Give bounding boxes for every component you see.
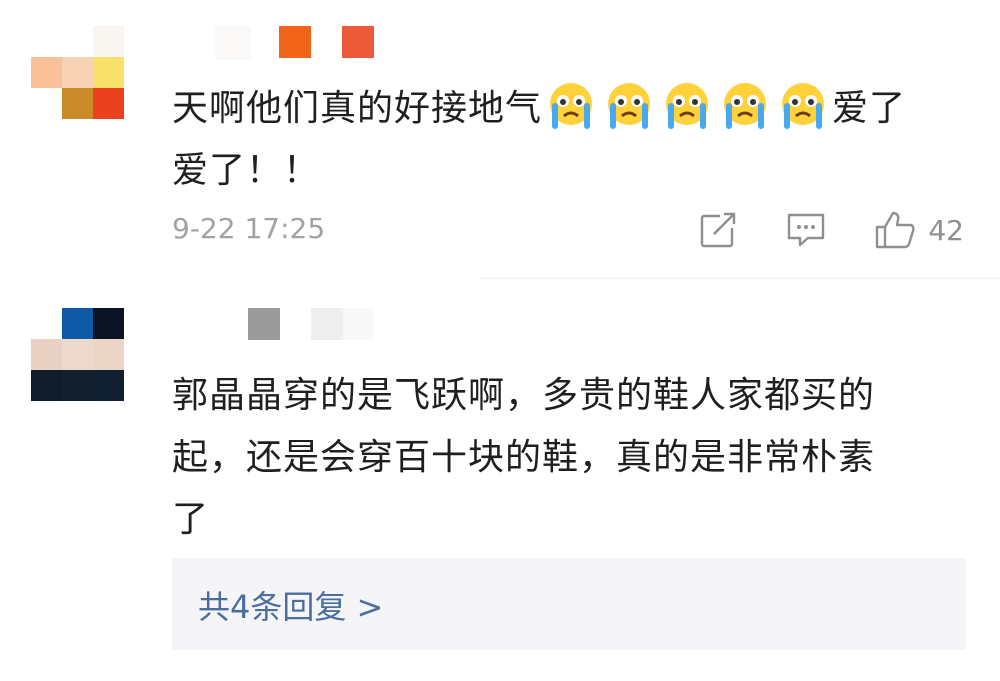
crying-face-emoji xyxy=(720,80,770,130)
avatar[interactable] xyxy=(31,26,125,120)
comment-text-line3: 了 xyxy=(172,499,210,540)
comment-text-line2: 爱了！！ xyxy=(172,150,321,191)
comment-text: 郭晶晶穿的是飞跃啊，多贵的鞋人家都买的 起，还是会穿百十块的鞋，真的是非常朴素 … xyxy=(172,365,875,551)
comment-button[interactable] xyxy=(786,212,826,248)
share-icon xyxy=(700,212,739,248)
username[interactable] xyxy=(248,308,378,340)
username[interactable] xyxy=(215,26,375,60)
comment-item: 天啊他们真的好接地气 爱了 爱了！！ 9-22 17:25 42 xyxy=(0,0,1000,280)
comment-text-line1-end: 爱了 xyxy=(832,88,907,129)
like-count: 42 xyxy=(928,213,964,247)
emoji-row xyxy=(542,83,832,129)
comment-text: 天啊他们真的好接地气 爱了 爱了！！ xyxy=(172,78,906,202)
divider xyxy=(480,278,1000,279)
comment-icon xyxy=(786,212,826,248)
comment-text-line2: 起，还是会穿百十块的鞋，真的是非常朴素 xyxy=(172,437,876,478)
crying-face-emoji xyxy=(604,80,654,130)
replies-box[interactable]: 共4条回复 > xyxy=(172,558,966,650)
thumbs-up-icon xyxy=(874,210,916,250)
like-button[interactable]: 42 xyxy=(874,210,964,250)
comment-text-line1: 天啊他们真的好接地气 xyxy=(172,88,543,129)
comment-text-line1: 郭晶晶穿的是飞跃啊，多贵的鞋人家都买的 xyxy=(172,375,876,416)
crying-face-emoji xyxy=(546,80,596,130)
comment-actions: 42 xyxy=(652,210,964,250)
crying-face-emoji xyxy=(778,80,828,130)
avatar[interactable] xyxy=(31,308,125,402)
timestamp: 9-22 17:25 xyxy=(172,212,326,245)
share-button[interactable] xyxy=(700,212,739,248)
crying-face-emoji xyxy=(662,80,712,130)
view-replies-link[interactable]: 共4条回复 > xyxy=(198,582,383,628)
